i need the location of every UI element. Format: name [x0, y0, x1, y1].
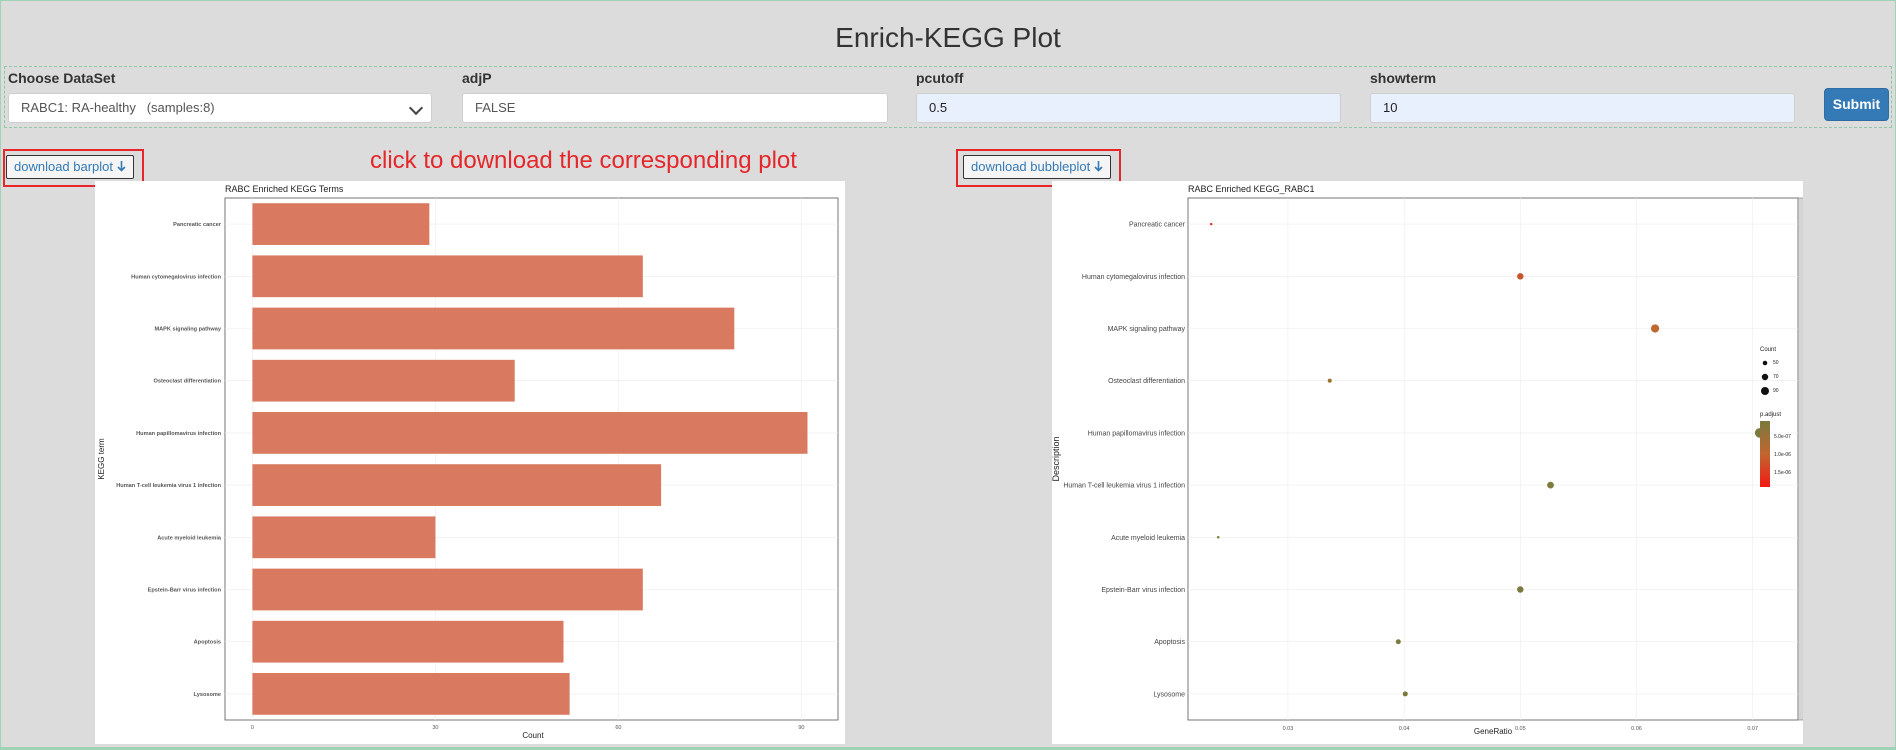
barplot-y-tick-label: Apoptosis [194, 640, 221, 646]
bubbleplot-x-tick-label: 0.07 [1747, 726, 1758, 732]
legend-count-label-2: 70 [1773, 374, 1779, 380]
bubbleplot-chart: RABC Enriched KEGG_RABC1 Pancreatic canc… [1051, 184, 1810, 736]
bar [252, 412, 808, 454]
bar [252, 464, 662, 506]
chevron-down-icon [408, 100, 424, 116]
barplot-x-tick-label: 30 [432, 725, 438, 731]
submit-button[interactable]: Submit [1824, 88, 1889, 121]
barplot-y-tick-label: MAPK signaling pathway [154, 327, 221, 333]
bubble-point [1210, 222, 1213, 226]
dataset-select[interactable]: RABC1: RA-healthy (samples:8) [8, 93, 432, 123]
dataset-label: Choose DataSet [8, 70, 116, 86]
bubbleplot-x-tick-label: 0.05 [1515, 726, 1526, 732]
legend-padj-title: p.adjust [1760, 412, 1781, 418]
bar [252, 307, 735, 350]
legend-count-dot-1 [1762, 360, 1768, 366]
barplot-y-tick-label: Human cytomegalovirus infection [131, 274, 221, 280]
download-bubbleplot-button[interactable]: download bubbleplot [963, 155, 1111, 179]
bubbleplot-y-tick-label: MAPK signaling pathway [1108, 326, 1186, 333]
bar [252, 673, 570, 715]
legend-padj-label-3: 1.5e-06 [1774, 470, 1791, 476]
barplot-y-axis-label: KEGG term [97, 438, 106, 480]
bar [252, 255, 643, 298]
bubbleplot-panel: RABC Enriched KEGG_RABC1 Pancreatic canc… [1051, 181, 1810, 744]
arrow-down-icon [1094, 161, 1103, 172]
bubbleplot-y-tick-label: Osteoclast differentiation [1108, 378, 1185, 385]
bubbleplot-y-tick-label: Pancreatic cancer [1129, 222, 1186, 229]
bar [252, 568, 643, 611]
barplot-y-tick-label: Lysosome [194, 692, 221, 698]
legend-padj-label-1: 5.0e-07 [1774, 434, 1791, 440]
legend-padj-colorbar [1760, 421, 1770, 487]
legend-count-title: Count [1760, 347, 1776, 353]
bubble-point [1650, 324, 1660, 333]
bubbleplot-y-tick-label: Human T-cell leukemia virus 1 infection [1063, 483, 1185, 490]
bubble-point [1327, 378, 1332, 383]
showterm-label: showterm [1370, 70, 1437, 86]
barplot-y-tick-label: Osteoclast differentiation [154, 379, 222, 385]
bubble-point [1402, 691, 1408, 697]
bar [252, 203, 430, 245]
bubbleplot-y-tick-label: Lysosome [1153, 691, 1185, 698]
bubble-point [1547, 481, 1554, 489]
dataset-select-value: RABC1: RA-healthy (samples:8) [21, 100, 215, 115]
showterm-input[interactable]: 10 [1370, 93, 1795, 123]
barplot-y-tick-label: Acute myeloid leukemia [157, 535, 222, 541]
barplot-y-tick-label: Human papillomavirus infection [136, 431, 221, 437]
bubbleplot-y-axis-label: Description [1052, 436, 1061, 481]
bubble-point [1517, 273, 1524, 280]
bar [252, 516, 436, 559]
barplot-x-tick-label: 60 [615, 725, 621, 731]
bubble-point [1395, 639, 1401, 645]
barplot-panel: RABC Enriched KEGG Terms Pancreatic canc… [95, 181, 845, 744]
bottom-border [0, 747, 1896, 749]
bar [252, 620, 564, 663]
legend-count-label-3: 90 [1773, 388, 1779, 394]
adjp-input[interactable]: FALSE [462, 93, 888, 123]
bubbleplot-x-tick-label: 0.03 [1283, 726, 1294, 732]
bubbleplot-y-tick-label: Human cytomegalovirus infection [1082, 274, 1185, 281]
barplot-chart: RABC Enriched KEGG Terms Pancreatic canc… [97, 184, 839, 740]
download-barplot-label: download barplot [14, 159, 114, 174]
bubbleplot-x-tick-label: 0.04 [1399, 726, 1410, 732]
page-title: Enrich-KEGG Plot [835, 22, 1061, 53]
barplot-x-tick-label: 90 [798, 725, 804, 731]
barplot-x-axis-label: Count [522, 731, 544, 740]
barplot-title: RABC Enriched KEGG Terms [225, 184, 344, 194]
download-hint-annotation: click to download the corresponding plot [370, 147, 797, 174]
barplot-y-tick-label: Pancreatic cancer [173, 222, 222, 228]
legend-count-label-1: 50 [1773, 360, 1779, 366]
pcutoff-input[interactable]: 0.5 [916, 93, 1341, 123]
legend-padj-label-2: 1.0e-06 [1774, 452, 1791, 458]
adjp-label: adjP [462, 70, 492, 86]
bubbleplot-facet-label: RABC1 [1803, 405, 1804, 419]
bubbleplot-title: RABC Enriched KEGG_RABC1 [1188, 184, 1315, 194]
legend-count-dot-3 [1761, 387, 1769, 395]
bar [252, 359, 515, 402]
bubbleplot-y-tick-label: Epstein-Barr virus infection [1101, 587, 1185, 594]
bubbleplot-y-tick-label: Acute myeloid leukemia [1111, 535, 1185, 542]
bubbleplot-x-axis-label: GeneRatio [1474, 727, 1513, 736]
bubbleplot-y-tick-label: Apoptosis [1154, 639, 1185, 646]
arrow-down-icon [117, 161, 126, 172]
bubbleplot-facet-strip [1797, 197, 1810, 721]
barplot-y-tick-label: Human T-cell leukemia virus 1 infection [116, 483, 221, 489]
legend-count-dot-2 [1761, 373, 1769, 381]
barplot-x-tick-label: 0 [251, 725, 254, 731]
download-barplot-button[interactable]: download barplot [6, 155, 134, 179]
barplot-y-tick-label: Epstein-Barr virus infection [148, 588, 222, 594]
bubbleplot-x-tick-label: 0.06 [1631, 726, 1642, 732]
bubble-point [1517, 586, 1524, 593]
download-bubbleplot-label: download bubbleplot [971, 159, 1091, 174]
pcutoff-label: pcutoff [916, 70, 964, 86]
bubbleplot-y-tick-label: Human papillomavirus infection [1088, 430, 1185, 437]
bubble-point [1216, 536, 1220, 539]
